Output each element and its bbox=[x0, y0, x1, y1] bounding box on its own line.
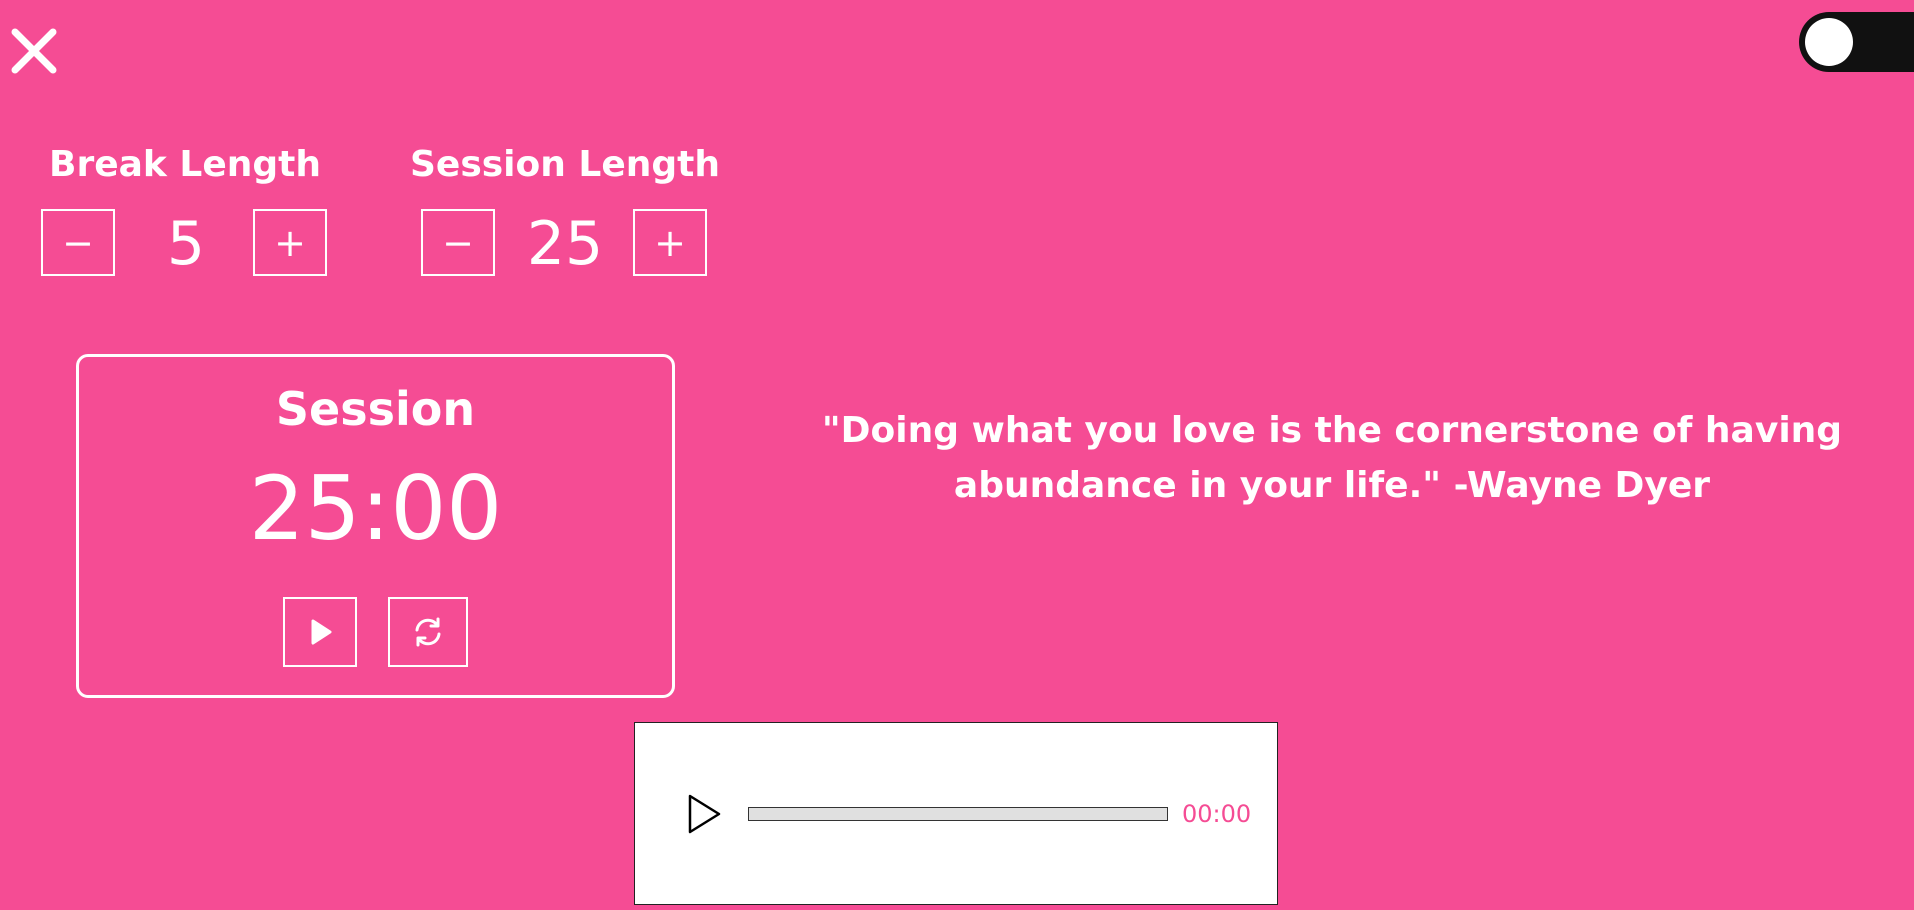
close-button[interactable] bbox=[10, 27, 58, 75]
break-increment-button[interactable]: + bbox=[253, 209, 327, 276]
session-increment-button[interactable]: + bbox=[633, 209, 707, 276]
audio-player: 00:00 bbox=[634, 722, 1278, 905]
theme-toggle[interactable] bbox=[1799, 12, 1914, 72]
break-length-value: 5 bbox=[166, 209, 206, 279]
session-decrement-button[interactable]: − bbox=[421, 209, 495, 276]
audio-progress-bar[interactable] bbox=[748, 807, 1168, 821]
session-length-title: Session Length bbox=[409, 144, 721, 185]
toggle-knob bbox=[1805, 18, 1853, 66]
timer-display: 25:00 bbox=[248, 457, 503, 560]
timer-panel: Session 25:00 bbox=[76, 354, 675, 698]
audio-time: 00:00 bbox=[1182, 800, 1252, 828]
refresh-icon bbox=[415, 617, 441, 647]
motivational-quote: "Doing what you love is the cornerstone … bbox=[821, 410, 1843, 506]
break-length-title: Break Length bbox=[49, 144, 321, 185]
timer-label: Session bbox=[275, 382, 476, 436]
reset-button[interactable] bbox=[388, 597, 468, 667]
audio-play-button[interactable] bbox=[687, 793, 723, 835]
play-outline-icon bbox=[688, 794, 721, 834]
play-icon bbox=[311, 619, 332, 645]
session-length-value: 25 bbox=[526, 209, 604, 279]
start-button[interactable] bbox=[283, 597, 357, 667]
break-decrement-button[interactable]: − bbox=[41, 209, 115, 276]
close-icon bbox=[11, 28, 57, 74]
